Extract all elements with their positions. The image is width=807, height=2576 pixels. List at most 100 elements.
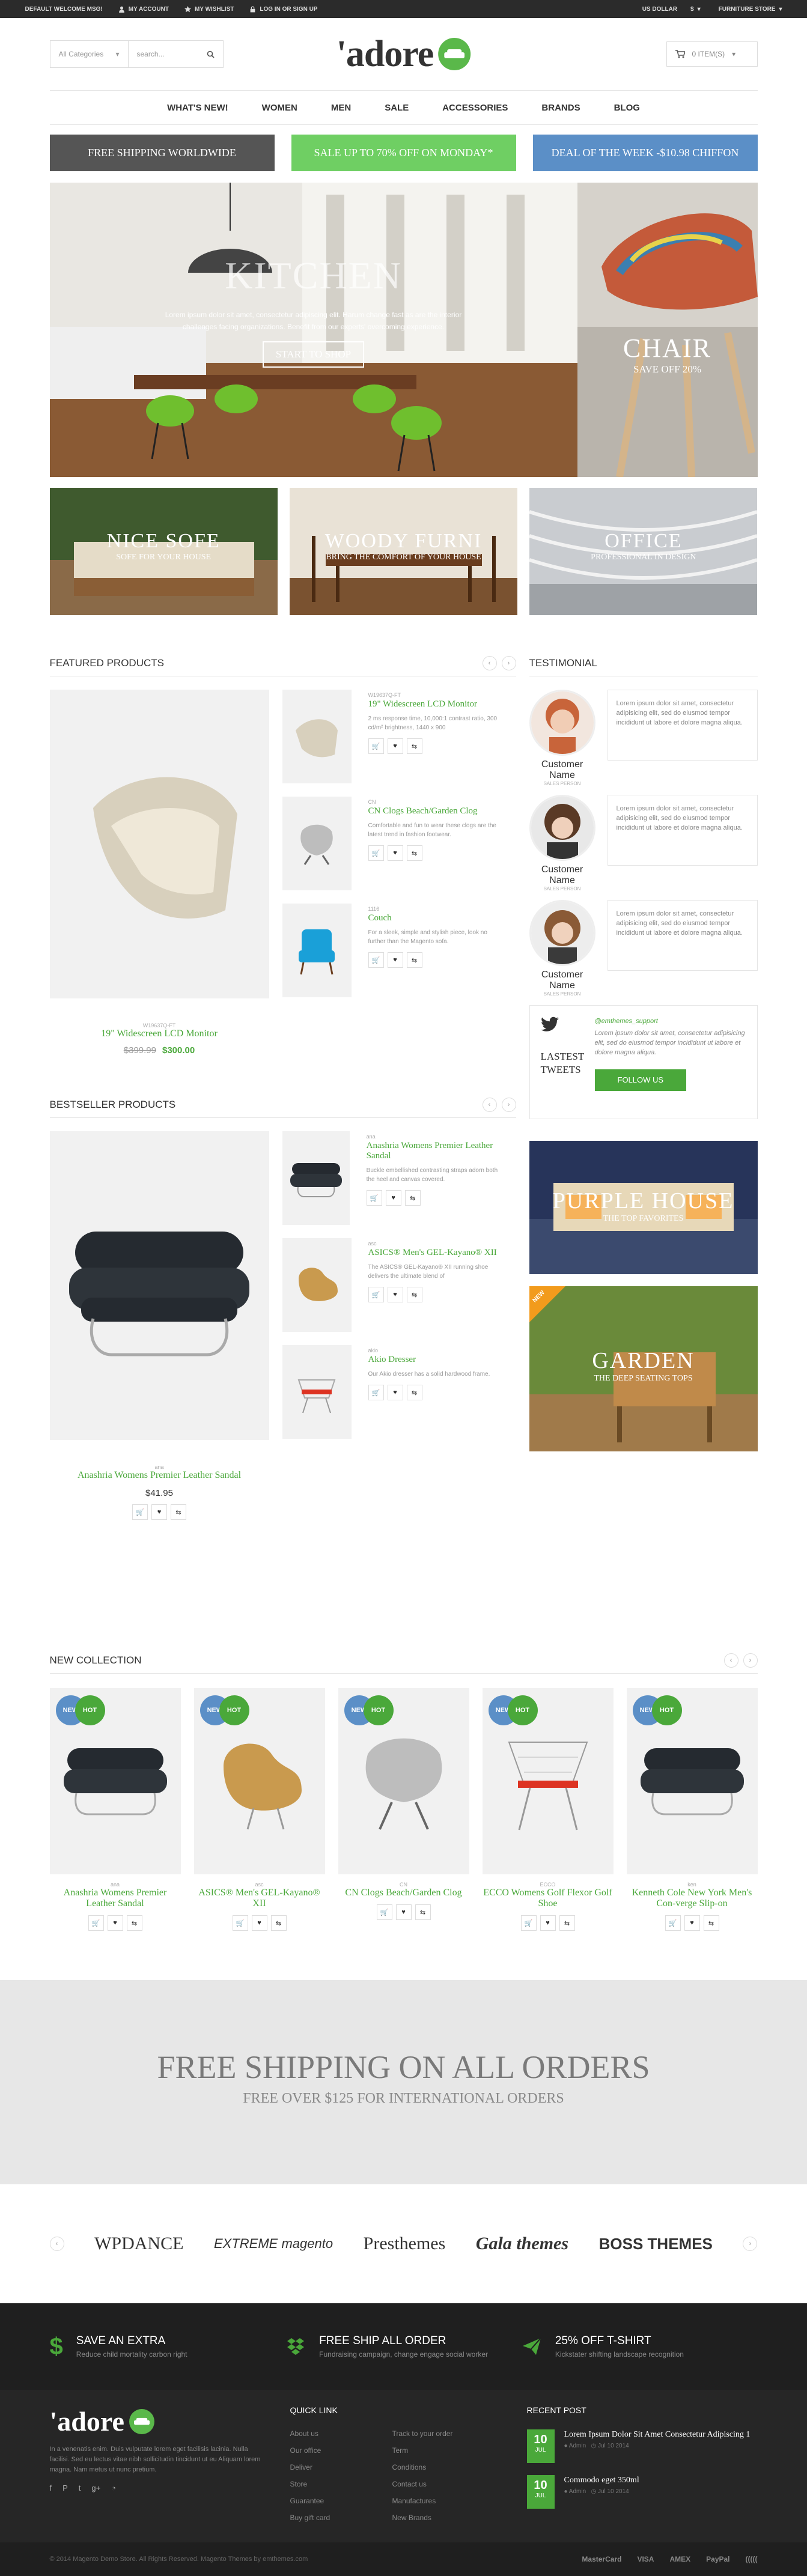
footer-link[interactable]: Store bbox=[290, 2480, 392, 2488]
cart-icon[interactable]: 🛒 bbox=[368, 738, 384, 754]
nav-item-accessories[interactable]: ACCESSORIES bbox=[442, 103, 508, 113]
recent-post[interactable]: 10 JUL Lorem Ipsum Dolor Sit Amet Consect… bbox=[526, 2429, 758, 2463]
prev-arrow-icon[interactable]: ‹ bbox=[482, 1097, 497, 1112]
heart-icon[interactable]: ♥ bbox=[151, 1504, 167, 1520]
kitchen-banner[interactable]: KITCHEN Lorem ipsum dolor sit amet, cons… bbox=[49, 183, 577, 477]
heart-icon[interactable]: ♥ bbox=[395, 1904, 412, 1920]
brand-logo[interactable]: Gala themes bbox=[476, 2234, 568, 2254]
sofa-banner[interactable]: NICE SOFE SOFE FOR YOUR HOUSE bbox=[49, 488, 278, 615]
rss-icon[interactable]: ◔ bbox=[111, 2483, 116, 2492]
cart-icon[interactable]: 🛒 bbox=[368, 1287, 384, 1302]
compare-icon[interactable]: ⇆ bbox=[406, 1385, 422, 1400]
nav-item-women[interactable]: WOMEN bbox=[262, 103, 297, 113]
heart-icon[interactable]: ♥ bbox=[107, 1915, 123, 1931]
compare-icon[interactable]: ⇆ bbox=[171, 1504, 186, 1520]
product-thumb[interactable] bbox=[282, 1345, 352, 1439]
cart-button[interactable]: 0 ITEM(S) ▾ bbox=[666, 41, 758, 67]
footer-link[interactable]: Guarantee bbox=[290, 2497, 392, 2505]
footer-link[interactable]: Buy gift card bbox=[290, 2514, 392, 2522]
compare-icon[interactable]: ⇆ bbox=[406, 1287, 422, 1302]
product-thumb[interactable] bbox=[282, 1131, 350, 1225]
my-account-link[interactable]: MY ACCOUNT bbox=[118, 6, 169, 13]
google-plus-icon[interactable]: g+ bbox=[91, 2483, 100, 2492]
search-icon[interactable] bbox=[207, 50, 215, 58]
login-link[interactable]: LOG IN OR SIGN UP bbox=[249, 6, 317, 13]
heart-icon[interactable]: ♥ bbox=[387, 738, 403, 754]
compare-icon[interactable]: ⇆ bbox=[270, 1915, 287, 1931]
product-name[interactable]: Kenneth Cole New York Men's Con-verge Sl… bbox=[627, 1888, 758, 1909]
cart-icon[interactable]: 🛒 bbox=[366, 1190, 382, 1206]
start-to-shop-button[interactable]: START TO SHOP bbox=[262, 341, 365, 368]
heart-icon[interactable]: ♥ bbox=[684, 1915, 700, 1931]
nav-item-brands[interactable]: BRANDS bbox=[541, 103, 580, 113]
next-arrow-icon[interactable]: › bbox=[501, 655, 516, 670]
cart-icon[interactable]: 🛒 bbox=[520, 1915, 537, 1931]
office-banner[interactable]: OFFICE PROFESSIONAL IN DESIGN bbox=[529, 488, 758, 615]
pinterest-icon[interactable]: P bbox=[62, 2483, 68, 2492]
product-image[interactable]: NEW HOT bbox=[49, 1688, 181, 1874]
compare-icon[interactable]: ⇆ bbox=[406, 952, 422, 968]
prev-arrow-icon[interactable]: ‹ bbox=[482, 655, 497, 670]
compare-icon[interactable]: ⇆ bbox=[406, 738, 422, 754]
cart-icon[interactable]: 🛒 bbox=[376, 1904, 392, 1920]
footer-link[interactable]: Deliver bbox=[290, 2463, 392, 2471]
twitter-handle[interactable]: @emthemes_support bbox=[595, 1016, 746, 1026]
product-name[interactable]: CN Clogs Beach/Garden Clog bbox=[368, 806, 507, 816]
search-input[interactable]: search... bbox=[129, 41, 223, 67]
site-logo[interactable]: 'adore bbox=[337, 33, 471, 76]
nav-item-whats-new[interactable]: WHAT'S NEW! bbox=[167, 103, 228, 113]
brand-logo[interactable]: EXTREME magento bbox=[214, 2236, 333, 2252]
store-select[interactable]: FURNITURE STORE ▾ bbox=[719, 6, 782, 13]
product-image[interactable]: NEW HOT bbox=[482, 1688, 614, 1874]
compare-icon[interactable]: ⇆ bbox=[404, 1190, 421, 1206]
product-name[interactable]: Anashria Womens Premier Leather Sandal bbox=[50, 1470, 269, 1481]
bestseller-main-image[interactable] bbox=[49, 1131, 269, 1440]
footer-link[interactable]: About us bbox=[290, 2429, 392, 2438]
garden-banner[interactable]: NEW GARDEN THE DEEP SEATING TOPS bbox=[529, 1286, 758, 1451]
compare-icon[interactable]: ⇆ bbox=[703, 1915, 719, 1931]
my-wishlist-link[interactable]: MY WISHLIST bbox=[184, 5, 234, 13]
purple-house-banner[interactable]: PURPLE HOUSE THE TOP FAVORITES bbox=[529, 1141, 758, 1274]
footer-link[interactable]: Manufactures bbox=[392, 2497, 495, 2505]
brand-logo[interactable]: WPDANCE bbox=[94, 2234, 183, 2254]
heart-icon[interactable]: ♥ bbox=[387, 845, 403, 861]
chair-banner[interactable]: CHAIR SAVE OFF 20% bbox=[577, 183, 758, 477]
cart-icon[interactable]: 🛒 bbox=[88, 1915, 104, 1931]
promo-sale[interactable]: SALE UP TO 70% OFF ON MONDAY* bbox=[291, 135, 516, 171]
footer-link[interactable]: Track to your order bbox=[392, 2429, 495, 2438]
footer-link[interactable]: Contact us bbox=[392, 2480, 495, 2488]
heart-icon[interactable]: ♥ bbox=[387, 952, 403, 968]
product-image[interactable]: NEW HOT bbox=[626, 1688, 758, 1874]
promo-free-shipping[interactable]: FREE SHIPPING WORLDWIDE bbox=[49, 135, 275, 171]
footer-link[interactable]: Our office bbox=[290, 2446, 392, 2455]
recent-post[interactable]: 10 JUL Commodo eget 350ml ● Admin ◷ Jul 10… bbox=[526, 2475, 758, 2509]
product-name[interactable]: CN Clogs Beach/Garden Clog bbox=[338, 1888, 469, 1898]
compare-icon[interactable]: ⇆ bbox=[126, 1915, 142, 1931]
product-name[interactable]: ASICS® Men's GEL-Kayano® XII bbox=[194, 1888, 325, 1909]
compare-icon[interactable]: ⇆ bbox=[406, 845, 422, 861]
product-thumb[interactable] bbox=[282, 797, 352, 890]
follow-us-button[interactable]: FOLLOW US bbox=[594, 1069, 687, 1091]
nav-item-men[interactable]: MEN bbox=[331, 103, 351, 113]
product-thumb[interactable] bbox=[282, 690, 352, 783]
product-name[interactable]: 19" Widescreen LCD Monitor bbox=[50, 1028, 269, 1039]
product-name[interactable]: 19" Widescreen LCD Monitor bbox=[368, 699, 507, 709]
product-name[interactable]: ECCO Womens Golf Flexor Golf Shoe bbox=[483, 1888, 614, 1909]
prev-arrow-icon[interactable]: ‹ bbox=[723, 1653, 738, 1668]
compare-icon[interactable]: ⇆ bbox=[415, 1904, 431, 1920]
currency-select[interactable]: US DOLLAR $ ▾ bbox=[642, 6, 701, 13]
nav-item-sale[interactable]: SALE bbox=[385, 103, 409, 113]
category-select[interactable]: All Categories ▾ bbox=[50, 41, 129, 67]
heart-icon[interactable]: ♥ bbox=[387, 1385, 403, 1400]
product-thumb[interactable] bbox=[282, 904, 352, 997]
heart-icon[interactable]: ♥ bbox=[387, 1287, 403, 1302]
heart-icon[interactable]: ♥ bbox=[385, 1190, 401, 1206]
next-arrow-icon[interactable]: › bbox=[743, 1653, 758, 1668]
product-name[interactable]: ASICS® Men's GEL-Kayano® XII bbox=[368, 1248, 507, 1258]
featured-main-image[interactable] bbox=[49, 690, 269, 998]
cart-icon[interactable]: 🛒 bbox=[368, 1385, 384, 1400]
product-image[interactable]: NEW HOT bbox=[193, 1688, 325, 1874]
product-name[interactable]: Akio Dresser bbox=[368, 1355, 507, 1365]
product-name[interactable]: Couch bbox=[368, 913, 507, 923]
promo-deal[interactable]: DEAL OF THE WEEK -$10.98 CHIFFON bbox=[532, 135, 758, 171]
